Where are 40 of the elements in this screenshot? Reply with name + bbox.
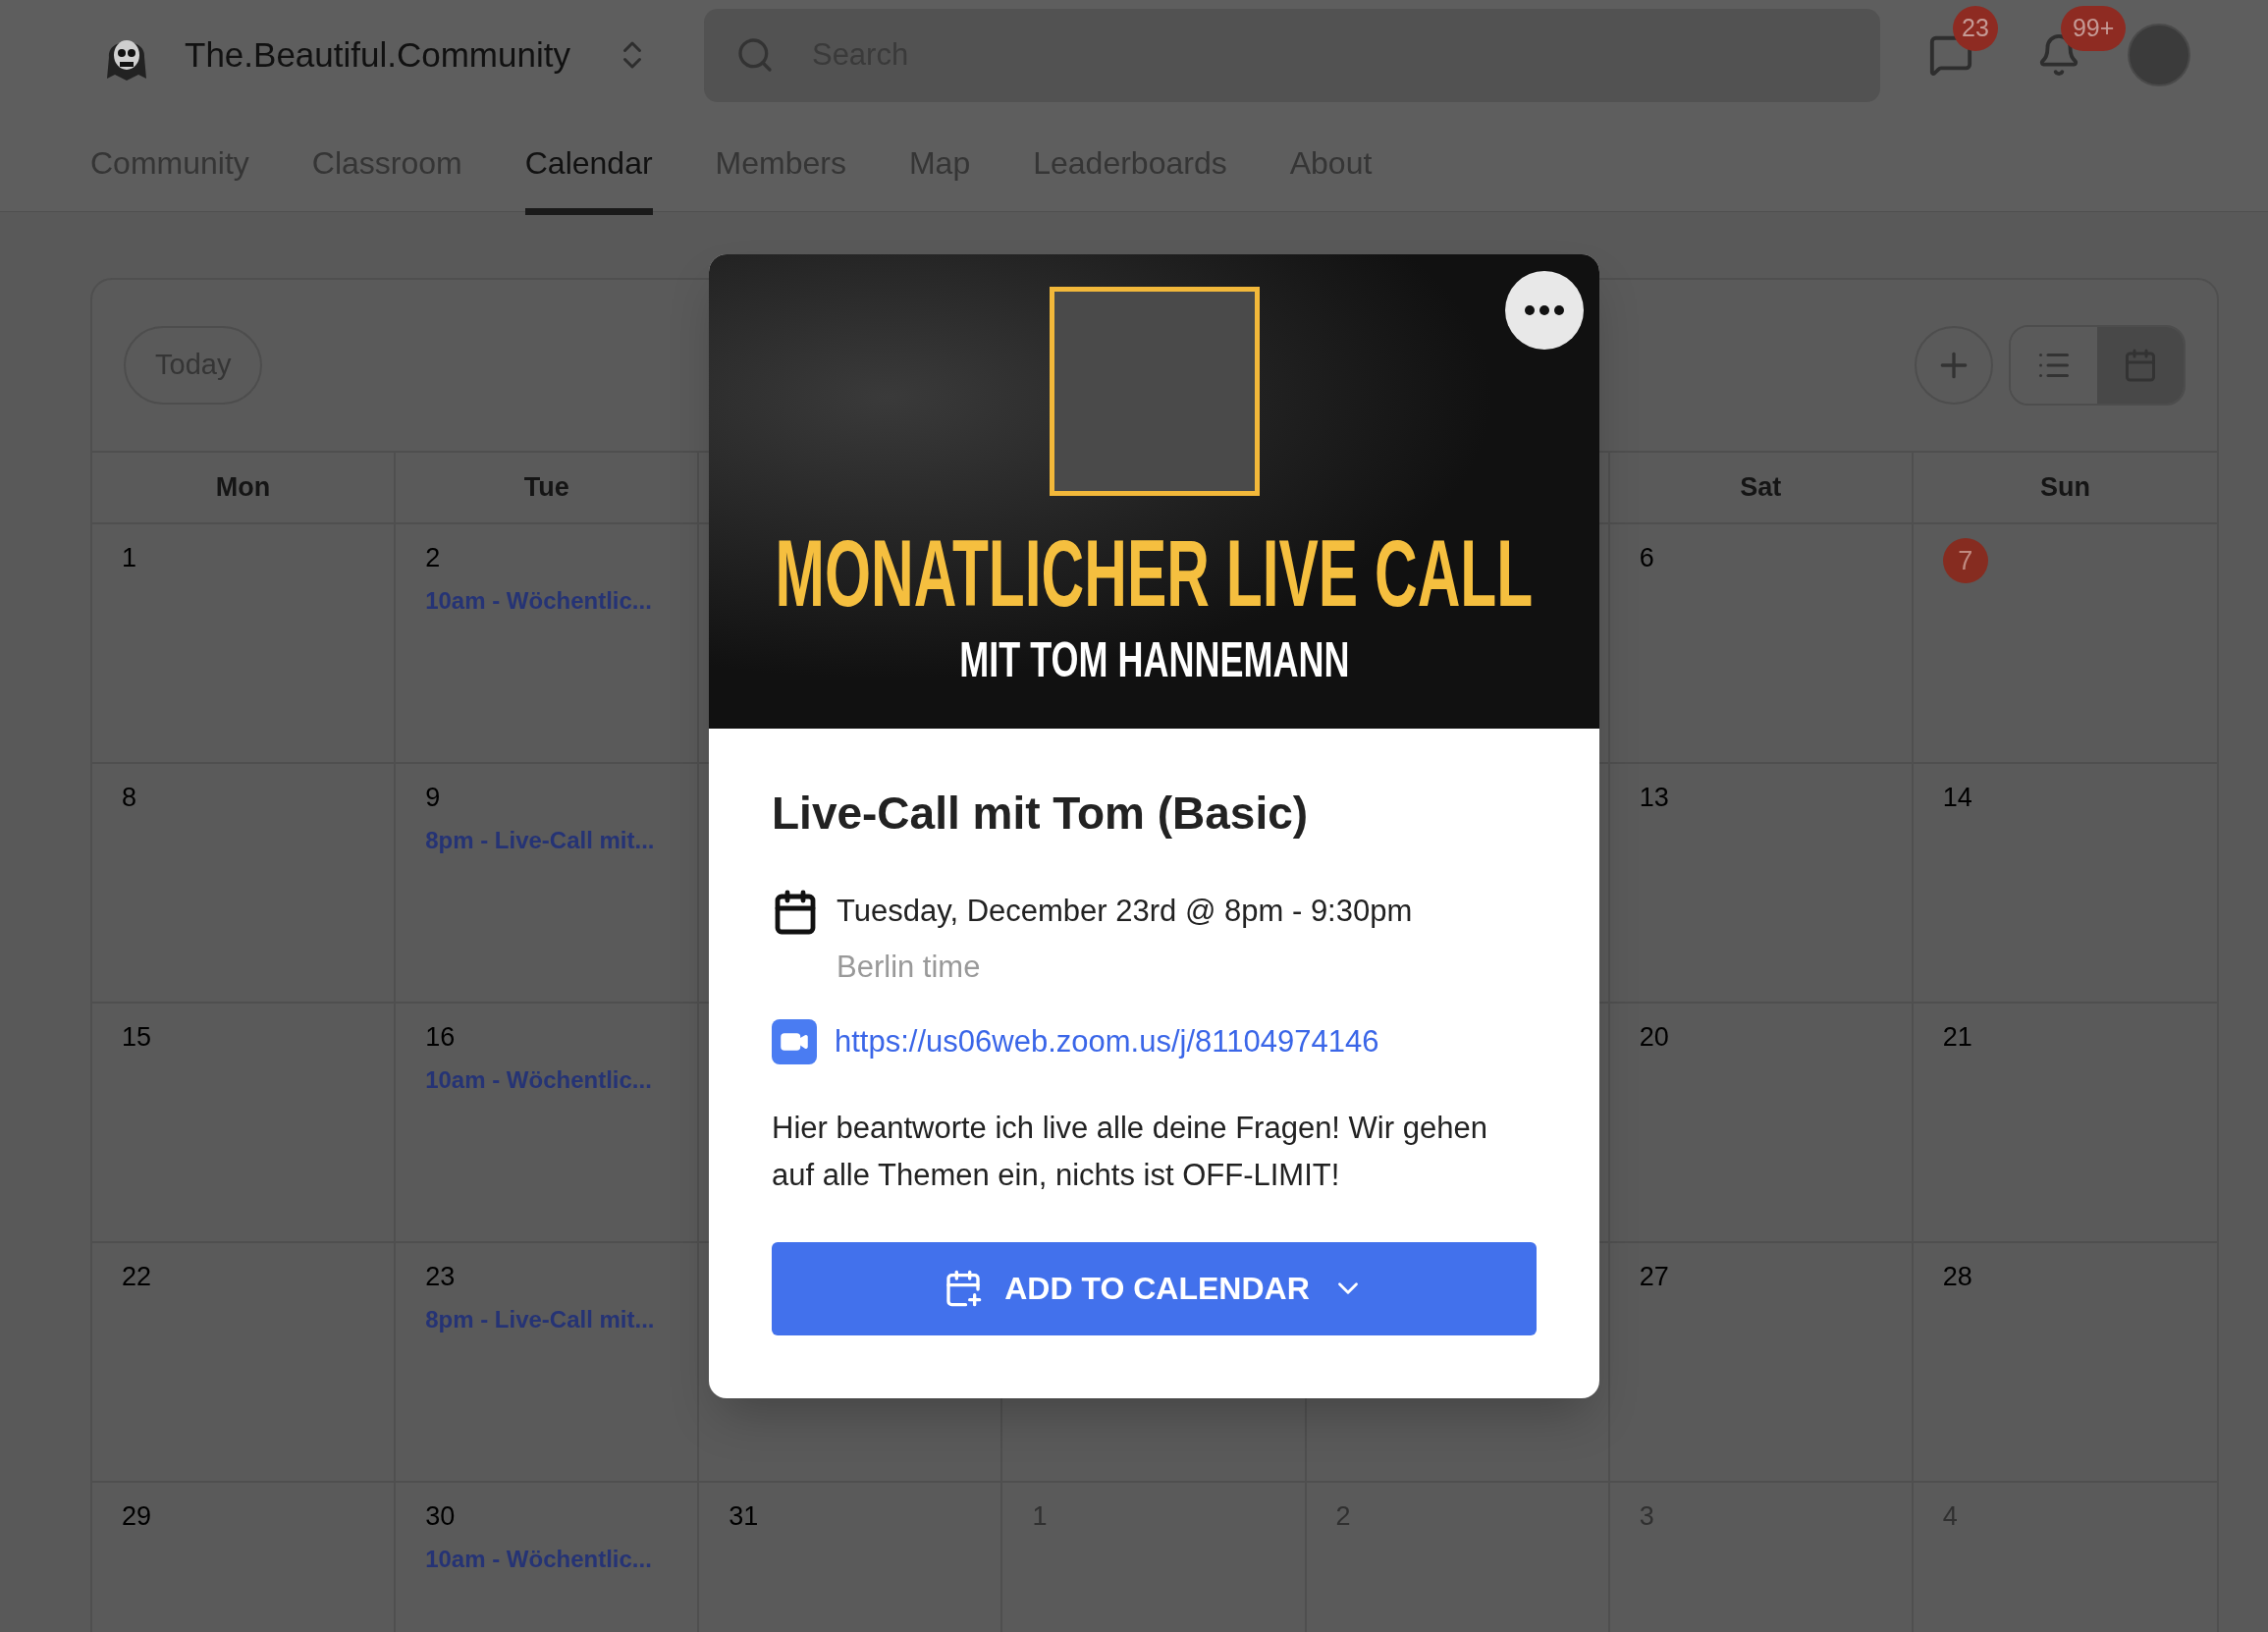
day-number: 2 <box>425 542 441 574</box>
today-date-marker: 7 <box>1942 538 1988 583</box>
calendar-plus-icon <box>944 1269 984 1308</box>
day-number: 1 <box>122 542 137 574</box>
day-number: 13 <box>1639 782 1669 814</box>
banner-subline: MIT TOM HANNEMANN <box>958 632 1350 687</box>
weekday-header: Sun <box>2039 471 2090 505</box>
day-number: 30 <box>425 1500 456 1533</box>
add-event-button[interactable] <box>1915 326 1993 405</box>
day-number: 15 <box>122 1021 152 1054</box>
event-timezone: Berlin time <box>837 948 982 986</box>
day-number: 28 <box>1942 1261 1972 1293</box>
weekday-header: Sat <box>1740 471 1782 505</box>
community-name[interactable]: The.Beautiful.Community <box>185 28 570 82</box>
notification-count-badge: 99+ <box>2060 6 2127 51</box>
day-number: 20 <box>1639 1021 1669 1054</box>
add-to-calendar-button[interactable]: ADD TO CALENDAR <box>772 1241 1537 1335</box>
day-number: 22 <box>122 1261 152 1293</box>
day-number: 14 <box>1942 782 1972 814</box>
day-number: 27 <box>1639 1261 1669 1293</box>
day-number: 8 <box>122 782 137 814</box>
day-number: 16 <box>425 1021 456 1054</box>
day-number: 29 <box>122 1500 152 1533</box>
month-view-button[interactable] <box>2097 327 2184 404</box>
video-call-icon <box>772 1019 817 1065</box>
event-datetime: Tuesday, December 23rd @ 8pm - 9:30pm <box>837 893 1413 930</box>
day-number: 31 <box>729 1500 759 1533</box>
event-description: Hier beantworte ich live alle deine Fragen! Wir gehen auf alle Themen ein, nichts ist OFF-LIMIT! <box>772 1109 1488 1194</box>
day-number: 9 <box>425 782 441 814</box>
nav-tab[interactable]: Calendar <box>524 139 653 215</box>
weekday-header: Tue <box>523 471 569 505</box>
weekday-header: Mon <box>215 471 271 505</box>
chat-count-badge: 23 <box>1952 6 1998 51</box>
more-icon <box>1525 305 1564 315</box>
banner-headline: MONATLICHER LIVE CALL <box>775 521 1534 626</box>
event-title: Live-Call mit Tom (Basic) <box>772 787 1310 841</box>
meeting-link[interactable]: https://us06web.zoom.us/j/81104974146 <box>835 1019 1379 1065</box>
day-number: 23 <box>425 1261 456 1293</box>
day-number: 21 <box>1942 1021 1972 1054</box>
day-number: 6 <box>1639 542 1654 574</box>
